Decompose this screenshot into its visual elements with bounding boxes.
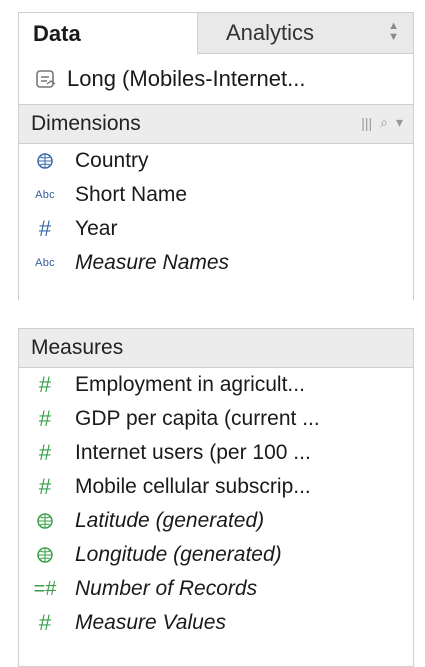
measure-item-measure-values[interactable]: # Measure Values (19, 606, 413, 640)
globe-icon (31, 512, 59, 530)
dimensions-list: Country Abc Short Name # Year Abc Measur… (18, 144, 414, 300)
field-label: Employment in agricult... (75, 373, 305, 396)
hash-icon: # (38, 372, 52, 397)
measures-header: Measures (18, 328, 414, 368)
globe-icon (31, 546, 59, 564)
abc-icon: Abc (35, 189, 55, 201)
data-pane-top: Data Analytics ▲ ▼ Long (Mobiles-Internet… (0, 0, 425, 300)
search-icon[interactable]: ⌕ (380, 114, 388, 131)
dimensions-title: Dimensions (31, 112, 141, 135)
field-label: Number of Records (75, 577, 258, 600)
tab-analytics[interactable]: Analytics ▲ ▼ (198, 12, 414, 54)
hash-icon: # (38, 440, 52, 465)
globe-icon (31, 152, 59, 170)
hash-icon: # (38, 406, 52, 431)
measure-item-mobile-cellular[interactable]: # Mobile cellular subscrip... (19, 470, 413, 504)
measure-item-number-of-records[interactable]: =# Number of Records (19, 572, 413, 606)
updown-arrows-icon[interactable]: ▲ ▼ (388, 21, 399, 43)
field-label: Measure Values (75, 611, 226, 634)
field-label: Internet users (per 100 ... (75, 441, 311, 464)
tab-data[interactable]: Data (18, 12, 198, 54)
hash-icon: # (38, 474, 52, 499)
field-label: Short Name (75, 183, 188, 206)
field-label: Year (75, 217, 118, 240)
dimensions-tools: ||| ⌕ ▾ (361, 114, 403, 131)
dimension-item-year[interactable]: # Year (19, 212, 413, 246)
equals-hash-icon: =# (33, 577, 57, 600)
data-source-label: Long (Mobiles-Internet... (67, 66, 306, 91)
dimension-item-country[interactable]: Country (19, 144, 413, 178)
data-pane-bottom: Measures # Employment in agricult... # G… (0, 320, 425, 667)
field-label: GDP per capita (current ... (75, 407, 320, 430)
field-label: Latitude (generated) (75, 509, 265, 532)
measure-item-employment[interactable]: # Employment in agricult... (19, 368, 413, 402)
measures-list: # Employment in agricult... # GDP per ca… (18, 368, 414, 667)
dimension-item-measure-names[interactable]: Abc Measure Names (19, 246, 413, 280)
measure-item-longitude[interactable]: Longitude (generated) (19, 538, 413, 572)
measure-item-gdp[interactable]: # GDP per capita (current ... (19, 402, 413, 436)
field-label: Measure Names (75, 251, 230, 274)
measure-item-internet-users[interactable]: # Internet users (per 100 ... (19, 436, 413, 470)
hash-icon: # (38, 610, 52, 635)
measures-title: Measures (31, 336, 124, 359)
datasource-icon (36, 70, 56, 88)
measure-item-latitude[interactable]: Latitude (generated) (19, 504, 413, 538)
field-label: Country (75, 149, 149, 172)
field-label: Mobile cellular subscrip... (75, 475, 311, 498)
hash-icon: # (38, 216, 52, 241)
chevron-down-icon[interactable]: ▾ (396, 114, 403, 131)
dimensions-header: Dimensions ||| ⌕ ▾ (18, 104, 414, 144)
data-source-item[interactable]: Long (Mobiles-Internet... (18, 54, 414, 104)
field-label: Longitude (generated) (75, 543, 282, 566)
pane-tabs: Data Analytics ▲ ▼ (18, 12, 414, 54)
grid-view-icon[interactable]: ||| (361, 115, 372, 131)
tab-analytics-label: Analytics (226, 20, 315, 45)
abc-icon: Abc (35, 257, 55, 269)
dimension-item-short-name[interactable]: Abc Short Name (19, 178, 413, 212)
pane-divider (0, 300, 425, 320)
